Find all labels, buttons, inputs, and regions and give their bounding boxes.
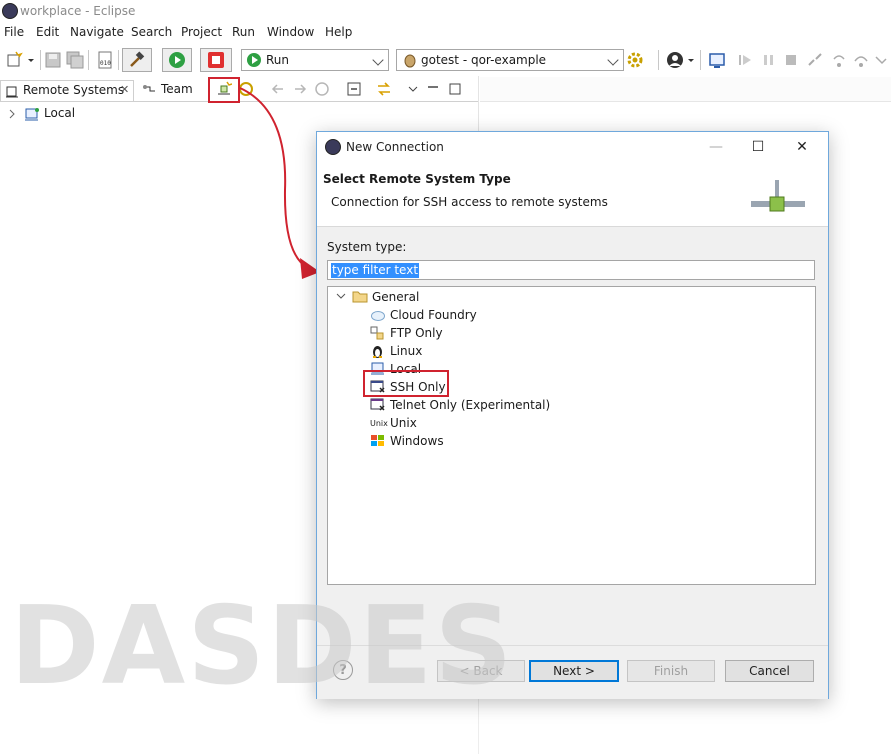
folder-open-icon <box>352 291 368 303</box>
terminate-icon[interactable] <box>782 51 800 69</box>
chevron-right-icon[interactable] <box>8 109 16 119</box>
disconnect-icon[interactable] <box>806 51 824 69</box>
main-toolbar: 010 Run gotest - qor-example <box>0 44 891 76</box>
maximize-icon[interactable] <box>448 81 462 97</box>
tab-team-label: Team <box>161 82 193 96</box>
gopher-icon <box>404 54 416 68</box>
collapse-all-icon[interactable] <box>346 81 362 97</box>
linux-penguin-icon <box>373 346 382 358</box>
run-config-icon <box>247 53 261 67</box>
new-dropdown-icon[interactable] <box>26 51 36 69</box>
ftp-icon <box>370 326 384 340</box>
binary-icon[interactable]: 010 <box>96 51 114 69</box>
suspend-icon[interactable] <box>760 51 778 69</box>
stop-button[interactable] <box>200 48 232 72</box>
hammer-icon <box>130 51 145 67</box>
menu-file[interactable]: File <box>4 25 24 39</box>
windows-logo-icon <box>371 435 384 446</box>
console-icon[interactable] <box>708 51 726 69</box>
run-combo-label: Run <box>266 53 290 67</box>
close-icon[interactable]: ✕ <box>120 83 129 96</box>
user-icon[interactable] <box>666 51 684 69</box>
cancel-button[interactable]: Cancel <box>725 660 814 682</box>
menu-navigate[interactable]: Navigate <box>70 25 124 39</box>
filter-text: type filter text <box>331 263 420 278</box>
eclipse-logo-icon <box>2 3 18 19</box>
maximize-button[interactable]: ☐ <box>743 136 773 158</box>
local-host-icon <box>25 108 39 121</box>
step-into-icon[interactable] <box>830 51 848 69</box>
save-all-icon[interactable] <box>66 51 84 69</box>
editor-area-header <box>480 77 891 102</box>
finish-button[interactable]: Finish <box>627 660 715 682</box>
menu-project[interactable]: Project <box>181 25 222 39</box>
run-combo[interactable]: Run <box>241 49 389 71</box>
chevron-down-icon <box>372 54 384 66</box>
run-icon <box>169 52 185 68</box>
unix-icon: Unix <box>370 419 388 428</box>
remote-systems-icon <box>6 86 18 98</box>
eclipse-logo-icon <box>325 139 341 155</box>
minimize-button[interactable]: — <box>701 136 731 158</box>
menu-bar: File Edit Navigate Search Project Run Wi… <box>0 22 891 44</box>
launch-target-combo[interactable]: gotest - qor-example <box>396 49 624 71</box>
tree-group-general-label: General <box>372 290 420 304</box>
build-button[interactable] <box>122 48 152 72</box>
launch-target-label: gotest - qor-example <box>421 53 547 67</box>
step-return-icon[interactable] <box>872 51 890 69</box>
link-with-editor-icon[interactable] <box>376 81 392 97</box>
tab-remote-systems[interactable]: Remote Systems ✕ <box>0 80 134 101</box>
telnet-terminal-icon <box>370 398 385 411</box>
step-over-icon[interactable] <box>852 51 870 69</box>
view-menu-icon[interactable] <box>406 81 420 97</box>
save-icon[interactable] <box>44 51 62 69</box>
close-button[interactable]: ✕ <box>787 136 817 158</box>
dialog-description: Connection for SSH access to remote syst… <box>331 195 608 209</box>
gear-icon[interactable] <box>626 51 644 69</box>
watermark: DASDES <box>10 584 515 709</box>
menu-search[interactable]: Search <box>131 25 172 39</box>
resume-icon[interactable] <box>736 51 754 69</box>
dialog-header: Select Remote System Type Connection for… <box>317 162 828 227</box>
chevron-down-icon[interactable] <box>686 51 696 69</box>
run-toolbar-button[interactable] <box>162 48 192 72</box>
dialog-heading: Select Remote System Type <box>323 172 511 186</box>
chevron-down-icon[interactable] <box>336 293 346 301</box>
menu-run[interactable]: Run <box>232 25 255 39</box>
stop-icon <box>208 52 224 68</box>
network-connection-icon <box>751 180 805 212</box>
window-titlebar: workplace - Eclipse <box>0 0 891 22</box>
highlight-ssh-only <box>363 370 449 397</box>
tab-team[interactable]: Team <box>140 80 200 101</box>
minimize-icon[interactable] <box>426 81 440 97</box>
cloud-icon <box>371 311 385 321</box>
dialog-titlebar: New Connection — ☐ ✕ <box>317 132 828 162</box>
tab-remote-systems-label: Remote Systems <box>23 83 125 97</box>
menu-edit[interactable]: Edit <box>36 25 59 39</box>
annotation-arrow <box>239 87 320 279</box>
dialog-title: New Connection <box>346 140 444 154</box>
window-title: workplace - Eclipse <box>20 4 136 18</box>
svg-text:010: 010 <box>100 60 111 67</box>
team-icon <box>143 85 155 92</box>
tree-item-local-label: Local <box>44 106 76 120</box>
chevron-down-icon <box>607 54 619 66</box>
menu-window[interactable]: Window <box>267 25 314 39</box>
system-type-label: System type: <box>327 240 407 254</box>
new-icon[interactable] <box>6 51 24 69</box>
system-type-filter-input[interactable]: type filter text <box>327 260 815 280</box>
menu-help[interactable]: Help <box>325 25 352 39</box>
next-button[interactable]: Next > <box>529 660 619 682</box>
system-type-tree[interactable]: General Cloud Foundry FTP Only Linux Loc… <box>327 286 816 585</box>
